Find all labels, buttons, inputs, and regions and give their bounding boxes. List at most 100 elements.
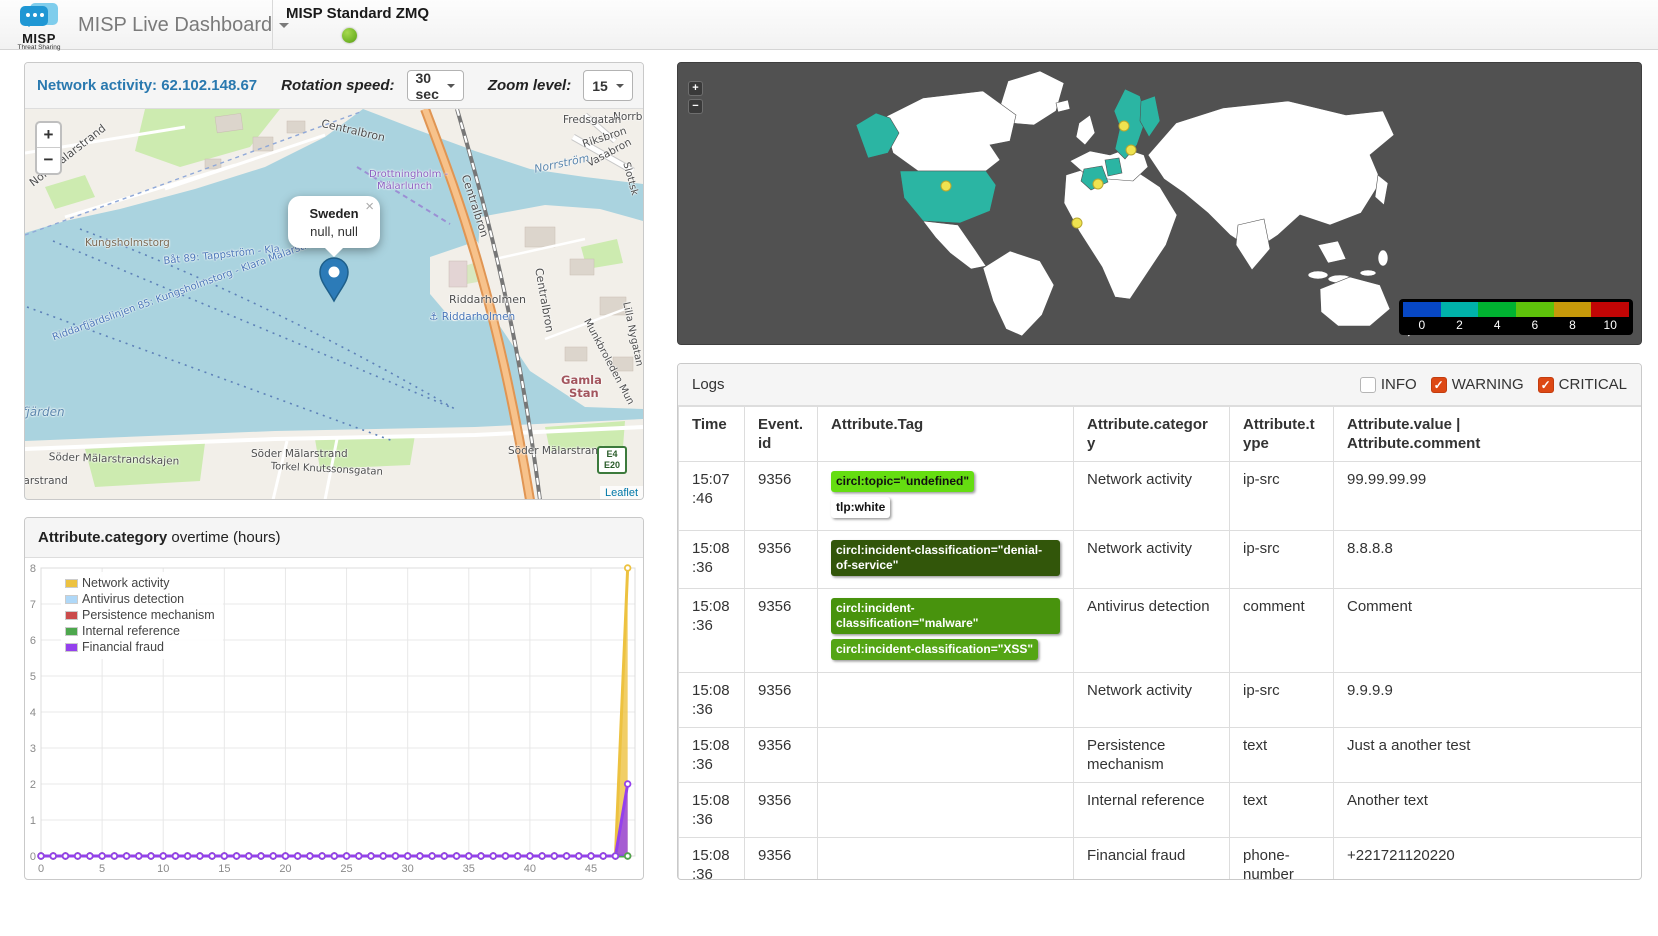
chart-title: Attribute.category: [38, 529, 167, 546]
svg-text:0: 0: [30, 851, 36, 863]
leaflet-attribution[interactable]: Leaflet: [600, 486, 643, 500]
zoom-in-button[interactable]: +: [688, 81, 703, 96]
legend-swatch: [65, 611, 78, 620]
svg-text:0: 0: [38, 863, 44, 875]
svg-text:20: 20: [279, 863, 291, 875]
svg-text:15: 15: [218, 863, 230, 875]
misp-logo: MISP Threat Sharing: [10, 3, 68, 51]
column-header: Attribute.type: [1230, 407, 1334, 462]
log-event-id: 9356: [745, 673, 818, 728]
info-checkbox[interactable]: [1360, 377, 1376, 393]
logs-panel-header: Logs INFO✓WARNING✓CRITICAL: [678, 364, 1641, 406]
chart-legend: Network activityAntivirus detectionPersi…: [61, 572, 223, 659]
logs-panel: Logs INFO✓WARNING✓CRITICAL TimeEvent.idA…: [677, 363, 1642, 880]
legend-tick: 2: [1441, 317, 1479, 333]
world-map-panel: + − 0246810: [677, 62, 1642, 345]
log-time: 15:08:36: [679, 783, 745, 838]
logs-table-header: TimeEvent.idAttribute.TagAttribute.categ…: [679, 407, 1642, 462]
log-category: Network activity: [1074, 673, 1230, 728]
svg-text:8: 8: [30, 563, 36, 575]
zoom-out-button[interactable]: −: [688, 99, 703, 114]
svg-text:5: 5: [30, 671, 36, 683]
legend-item: Financial fraud: [65, 639, 215, 655]
log-value: 9.9.9.9: [1334, 673, 1642, 728]
svg-text:1: 1: [30, 815, 36, 827]
svg-text:25: 25: [340, 863, 352, 875]
log-time: 15:08:36: [679, 838, 745, 881]
svg-text:6: 6: [30, 635, 36, 647]
log-time: 15:07:46: [679, 462, 745, 531]
street-map[interactable]: CentralbronNorrbroFredsgatanRiksbronVasa…: [25, 109, 643, 500]
map-popup: × Sweden null, null: [288, 196, 380, 248]
log-type: text: [1230, 728, 1334, 783]
log-category: Internal reference: [1074, 783, 1230, 838]
critical-filter[interactable]: ✓CRITICAL: [1538, 376, 1627, 393]
svg-text:4: 4: [30, 707, 36, 719]
warning-filter[interactable]: ✓WARNING: [1431, 376, 1524, 393]
attribute-tag[interactable]: circl:incident-classification="XSS": [831, 639, 1038, 660]
svg-text:7: 7: [30, 599, 36, 611]
road-ref-badge: E4E20: [597, 446, 627, 474]
brand-subtitle: Threat Sharing: [10, 44, 68, 51]
attribute-tag[interactable]: circl:topic="undefined": [831, 471, 974, 492]
map-place-label: Mälarlunch: [377, 181, 432, 192]
log-tags: circl:topic="undefined" tlp:white: [818, 462, 1074, 531]
map-place-label: ⚓ Riddarholmen: [429, 311, 515, 323]
log-value: Just a another test: [1334, 728, 1642, 783]
legend-swatch: [1554, 302, 1592, 317]
log-row: 15:08:369356Network activityip-src9.9.9.…: [679, 673, 1642, 728]
app-title-dropdown[interactable]: MISP Live Dashboard: [78, 14, 289, 37]
network-activity-title: Network activity: 62.102.148.67: [37, 77, 257, 94]
column-header: Attribute.value | Attribute.comment: [1334, 407, 1642, 462]
log-type: ip-src: [1230, 462, 1334, 531]
legend-item: Internal reference: [65, 623, 215, 639]
log-type: comment: [1230, 589, 1334, 673]
log-event-id: 9356: [745, 783, 818, 838]
zoom-level-label: Zoom level:: [488, 77, 571, 94]
log-tags: [818, 783, 1074, 838]
map-place-label: Söder Mälarstrand: [508, 445, 605, 457]
log-time: 15:08:36: [679, 589, 745, 673]
attribute-tag[interactable]: circl:incident-classification="denial-of…: [831, 540, 1060, 576]
log-level-filters: INFO ✓WARNING ✓CRITICAL: [1360, 376, 1627, 393]
map-place-label: Kungsholmstorg: [85, 237, 170, 249]
zoom-out-button[interactable]: −: [37, 148, 60, 173]
log-category: Network activity: [1074, 462, 1230, 531]
attribute-tag[interactable]: tlp:white: [831, 497, 890, 518]
map-place-label: Söder Mälarstrand: [251, 448, 348, 460]
zmq-title: MISP Standard ZMQ: [286, 5, 429, 22]
world-map-zoom-control: + −: [688, 81, 703, 117]
log-row: 15:08:369356Persistence mechanismtextJus…: [679, 728, 1642, 783]
legend-item: Antivirus detection: [65, 591, 215, 607]
attribute-tag[interactable]: circl:incident-classification="malware": [831, 598, 1060, 634]
popup-close-icon[interactable]: ×: [365, 198, 374, 215]
log-event-id: 9356: [745, 728, 818, 783]
svg-text:5: 5: [99, 863, 105, 875]
log-type: ip-src: [1230, 673, 1334, 728]
log-tags: circl:incident-classification="malware" c…: [818, 589, 1074, 673]
zoom-level-select[interactable]: 15: [583, 70, 633, 101]
log-type: phone-number: [1230, 838, 1334, 881]
map-place-label: Riddarholmen: [449, 293, 526, 306]
world-map-color-scale: 0246810: [1399, 299, 1633, 335]
zmq-status-block: MISP Standard ZMQ: [286, 5, 429, 43]
rotation-speed-select[interactable]: 30 sec: [407, 70, 464, 101]
critical-checkbox[interactable]: ✓: [1538, 377, 1554, 393]
log-event-id: 9356: [745, 589, 818, 673]
map-place-label: Gamla: [561, 373, 602, 387]
log-category: Network activity: [1074, 531, 1230, 589]
map-place-label: Drottningholm -: [369, 169, 448, 180]
legend-swatch: [1441, 302, 1479, 317]
zoom-in-button[interactable]: +: [37, 123, 60, 148]
chevron-down-icon: [447, 84, 455, 92]
log-value: +221721120220: [1334, 838, 1642, 881]
legend-tick: 0: [1403, 317, 1441, 333]
warning-checkbox[interactable]: ✓: [1431, 377, 1447, 393]
misp-logo-icon: [16, 3, 62, 33]
map-place-label: Mälarstrand: [25, 475, 68, 487]
log-row: 15:08:369356circl:incident-classificatio…: [679, 531, 1642, 589]
log-row: 15:08:369356circl:incident-classificatio…: [679, 589, 1642, 673]
log-event-id: 9356: [745, 462, 818, 531]
info-filter[interactable]: INFO: [1360, 376, 1417, 393]
log-event-id: 9356: [745, 531, 818, 589]
